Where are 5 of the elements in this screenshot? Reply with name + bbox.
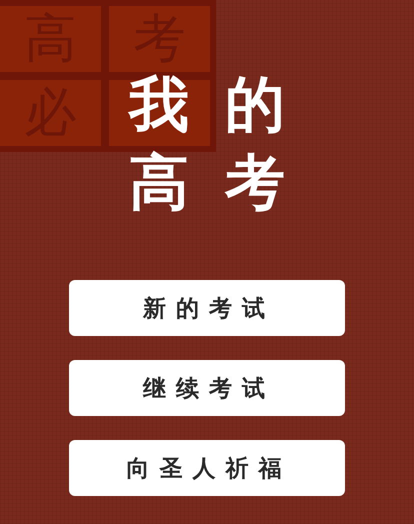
title-text: 我的 <box>127 72 321 138</box>
menu-button[interactable]: 继续考试 <box>69 360 345 416</box>
menu-button[interactable]: 新的考试 <box>69 280 345 336</box>
title-text: 高考 <box>128 150 321 216</box>
menu-button[interactable]: 向圣人祈福 <box>69 440 345 496</box>
